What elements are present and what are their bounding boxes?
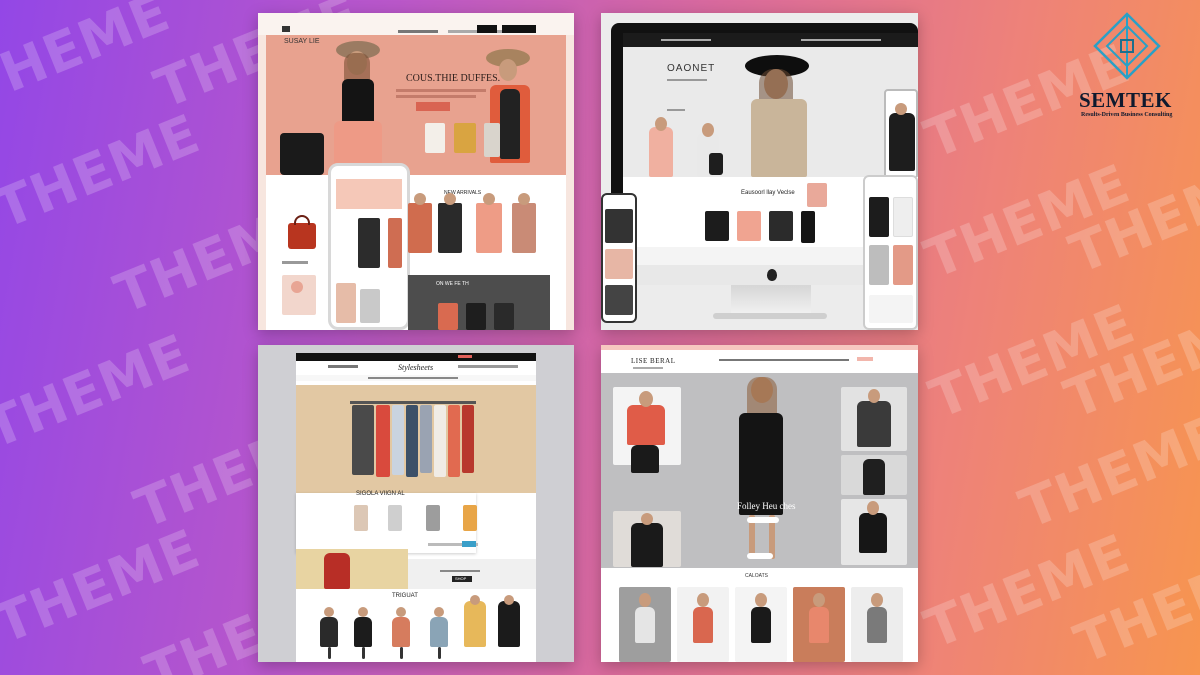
section-title: Eausoorl llay Veclse bbox=[741, 190, 795, 196]
theme-preview-2[interactable]: OAONET Eausoorl llay Veclse bbox=[601, 13, 918, 330]
top-bar bbox=[296, 353, 536, 361]
theme-preview-1[interactable]: SUSAY LIE COUS.THIE DUFFES. NEW ARRIVALS… bbox=[258, 13, 574, 330]
nav-button[interactable] bbox=[502, 25, 536, 33]
product-card[interactable] bbox=[476, 203, 502, 253]
button-label: SHOP bbox=[455, 576, 467, 581]
site-logo: LISE BERAL bbox=[631, 357, 676, 365]
apple-logo-icon bbox=[767, 269, 777, 281]
site-logo: SUSAY LIE bbox=[284, 38, 320, 45]
monitor-stand bbox=[731, 285, 811, 315]
brand-tagline: Results-Driven Business Consulting bbox=[1081, 112, 1173, 118]
watermark-text: THEME bbox=[0, 102, 209, 241]
section-title: SIGOLA VIIGN AL bbox=[356, 491, 405, 497]
navbar bbox=[719, 359, 849, 361]
product-card[interactable] bbox=[430, 617, 448, 647]
product-card[interactable] bbox=[354, 505, 368, 531]
product-card[interactable] bbox=[438, 203, 462, 253]
shop-button[interactable] bbox=[462, 541, 476, 547]
theme-preview-3[interactable]: Stylesheets SIGOLA VIIGN AL SHOP TRIGUAT bbox=[258, 345, 574, 662]
brand-name: SEMTEK bbox=[1079, 88, 1172, 112]
hero-title: Folley Heu ches bbox=[737, 501, 796, 511]
top-accent-bar bbox=[601, 345, 918, 350]
bottom-section-title: TRIGUAT bbox=[392, 593, 418, 599]
product-card[interactable] bbox=[426, 505, 440, 531]
product-card[interactable] bbox=[705, 211, 729, 241]
promo-text: ON WE FE TH bbox=[436, 281, 469, 287]
product-card[interactable] bbox=[354, 617, 372, 647]
watermark-text: THEME bbox=[0, 322, 199, 461]
product-card[interactable] bbox=[737, 211, 761, 241]
product-card[interactable] bbox=[464, 601, 486, 647]
section-title: CALOATS bbox=[745, 573, 768, 579]
diamond-logo-icon bbox=[1093, 12, 1161, 80]
theme-preview-4[interactable]: LISE BERAL Folley Heu ches CALOATS bbox=[601, 345, 918, 662]
product-card[interactable] bbox=[463, 505, 477, 531]
nav-button[interactable] bbox=[477, 25, 497, 33]
product-card[interactable] bbox=[512, 203, 536, 253]
watermark-text: THEME bbox=[1011, 402, 1200, 541]
handbag-image[interactable] bbox=[288, 223, 316, 249]
product-card[interactable] bbox=[320, 617, 338, 647]
product-card[interactable] bbox=[498, 601, 520, 647]
clothes-rack bbox=[350, 401, 476, 404]
brand-logo: SEMTEK Results-Driven Business Consultin… bbox=[1075, 12, 1197, 122]
product-card[interactable] bbox=[801, 211, 815, 243]
hero-cta-button[interactable] bbox=[416, 102, 450, 111]
product-card[interactable] bbox=[392, 617, 410, 647]
trench-coat bbox=[751, 99, 807, 177]
hero-cta-button[interactable] bbox=[747, 517, 779, 523]
product-card[interactable] bbox=[408, 203, 432, 253]
product-card[interactable] bbox=[769, 211, 793, 241]
nav-logo-icon bbox=[282, 26, 290, 32]
product-card[interactable] bbox=[388, 505, 402, 531]
hero-cta-button[interactable] bbox=[747, 553, 773, 559]
hero-title: OAONET bbox=[667, 63, 716, 74]
dress bbox=[739, 413, 783, 515]
hero-title: COUS.THIE DUFFES. bbox=[406, 73, 501, 84]
site-logo: Stylesheets bbox=[398, 363, 434, 372]
